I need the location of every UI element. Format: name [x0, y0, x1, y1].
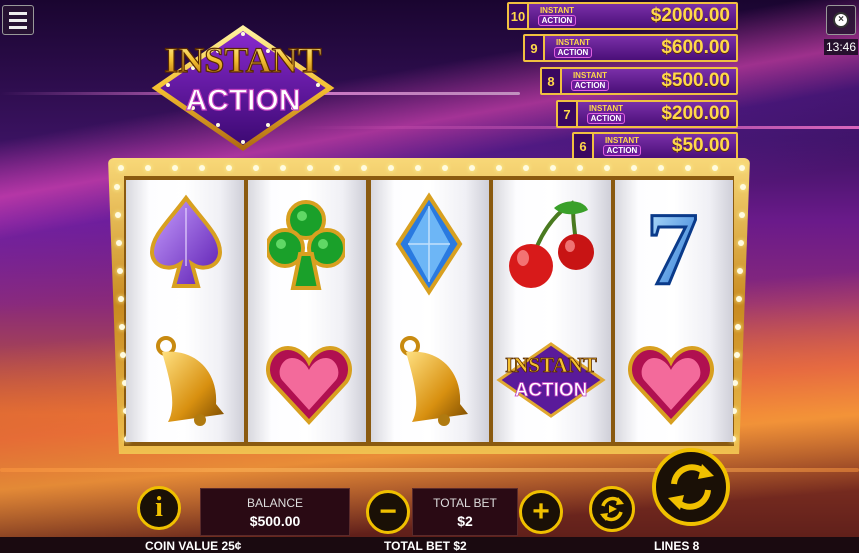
cherry-symbol	[509, 200, 594, 288]
marquee-bulb	[550, 165, 556, 171]
decrease-bet-button[interactable]: −	[366, 490, 410, 534]
jackpot-amount: $2000.00	[650, 5, 730, 26]
marquee-bulb	[172, 165, 178, 171]
marquee-bulb	[145, 165, 151, 171]
marquee-bulb	[733, 352, 740, 358]
jackpot-count: 10	[509, 4, 529, 28]
marquee-bulb	[739, 165, 745, 171]
jackpot-row-10: 10 INSTANT ACTION $2000.00	[507, 2, 738, 30]
marquee-bulb	[658, 165, 664, 171]
instant-action-badge: INSTANT ACTION	[549, 37, 597, 59]
seven-symbol: 7	[645, 196, 700, 294]
bell-symbol	[156, 336, 224, 426]
svg-text:INSTANT: INSTANT	[505, 353, 597, 377]
spin-button[interactable]	[652, 448, 730, 526]
instant-action-symbol: INSTANT ACTION	[496, 342, 606, 418]
heart-symbol	[266, 345, 352, 425]
bell-symbol	[400, 336, 468, 426]
coin-value-text: COIN VALUE 25¢	[145, 539, 242, 553]
marquee-bulb	[738, 240, 744, 246]
marquee-bulb	[736, 268, 743, 274]
marquee-bulb	[253, 165, 259, 171]
light-streak	[0, 468, 859, 472]
autoplay-button[interactable]	[589, 486, 635, 532]
lines-text: LINES 8	[654, 539, 700, 553]
marquee-bulb	[226, 165, 232, 171]
total-bet-value: $2	[457, 512, 473, 529]
jackpot-count: 9	[525, 36, 545, 60]
total-bet-panel: TOTAL BET $2	[412, 488, 518, 536]
marquee-bulb	[114, 212, 121, 218]
svg-text:ACTION: ACTION	[515, 380, 588, 401]
spade-symbol	[149, 194, 223, 288]
jackpot-amount: $500.00	[661, 70, 730, 91]
marquee-bulb	[307, 165, 313, 171]
marquee-bulb	[280, 165, 286, 171]
jackpot-amount: $200.00	[661, 103, 730, 124]
marquee-bulb	[469, 165, 475, 171]
info-button[interactable]: i	[137, 486, 181, 530]
jackpot-row-9: 9 INSTANT ACTION $600.00	[523, 34, 738, 62]
jackpot-amount: $600.00	[661, 37, 730, 58]
jackpot-count: 8	[542, 69, 562, 93]
jackpot-count: 7	[558, 102, 578, 126]
clock-time: 13:46	[824, 39, 858, 55]
spin-icon	[668, 464, 714, 510]
marquee-bulb	[712, 165, 718, 171]
marquee-bulb	[113, 184, 120, 190]
diamond-symbol	[395, 192, 463, 296]
marquee-bulb	[442, 165, 448, 171]
marquee-bulb	[735, 296, 742, 302]
balance-label: BALANCE	[246, 495, 304, 510]
total-bet-label: TOTAL BET	[433, 495, 497, 510]
instant-action-badge: INSTANT ACTION	[582, 103, 630, 125]
jackpot-row-8: 8 INSTANT ACTION $500.00	[540, 67, 738, 95]
marquee-bulb	[631, 165, 637, 171]
total-bet-text: TOTAL BET $2	[384, 539, 467, 553]
club-symbol	[267, 200, 345, 290]
autoplay-icon	[600, 496, 624, 522]
marquee-bulb	[199, 165, 205, 171]
marquee-bulb	[388, 165, 394, 171]
svg-text:7: 7	[646, 196, 698, 294]
marquee-bulb	[361, 165, 367, 171]
jackpot-count: 6	[574, 134, 594, 158]
jackpot-row-6: 6 INSTANT ACTION $50.00	[572, 132, 738, 160]
marquee-bulb	[685, 165, 691, 171]
marquee-bulb	[415, 165, 421, 171]
increase-bet-button[interactable]: +	[519, 490, 563, 534]
svg-text:ACTION: ACTION	[186, 84, 301, 117]
balance-panel: BALANCE $500.00	[200, 488, 350, 536]
instant-action-logo: INSTANT ACTION	[151, 24, 335, 152]
svg-text:INSTANT: INSTANT	[164, 40, 321, 80]
marquee-bulb	[118, 165, 124, 171]
menu-button[interactable]	[2, 5, 34, 35]
balance-value: $500.00	[249, 512, 301, 529]
clock-icon[interactable]: ×	[826, 5, 856, 35]
instant-action-badge: INSTANT ACTION	[533, 5, 581, 27]
marquee-bulb	[496, 165, 502, 171]
heart-symbol	[628, 345, 714, 425]
marquee-bulb	[334, 165, 340, 171]
instant-action-badge: INSTANT ACTION	[566, 70, 614, 92]
marquee-bulb	[523, 165, 529, 171]
hamburger-icon	[9, 11, 27, 15]
jackpot-amount: $50.00	[671, 135, 730, 156]
instant-action-badge: INSTANT ACTION	[598, 135, 646, 157]
marquee-bulb	[116, 240, 122, 246]
marquee-bulb	[734, 324, 741, 330]
marquee-bulb	[604, 165, 610, 171]
marquee-bulb	[577, 165, 583, 171]
jackpot-row-7: 7 INSTANT ACTION $200.00	[556, 100, 738, 128]
